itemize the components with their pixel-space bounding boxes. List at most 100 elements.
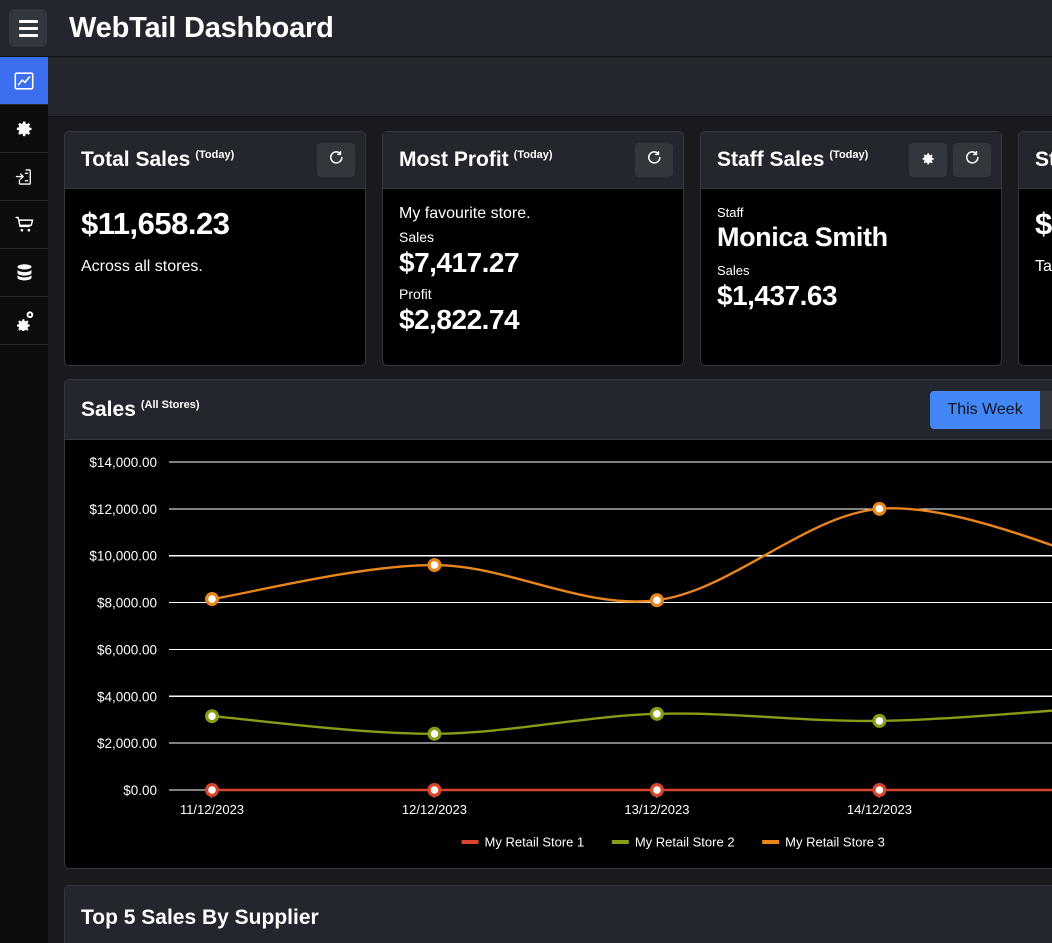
legend-label: My Retail Store 3: [785, 835, 885, 850]
panel-header: Sales (All Stores) This Week Last Week: [65, 380, 1052, 440]
most-profit-store: My favourite store.: [399, 205, 531, 222]
card-title: Staff Sales: [717, 148, 825, 171]
card-total-sales: Total Sales (Today) $11,658.23 Across al…: [64, 131, 366, 366]
card-header: Staff Sales (Today): [701, 132, 1001, 189]
sidebar-item-advanced-settings[interactable]: [0, 297, 48, 345]
top-suppliers-panel: Top 5 Sales By Supplier: [64, 885, 1052, 943]
card-title: Sto: [1035, 148, 1052, 171]
card-header: Most Profit (Today): [383, 132, 683, 189]
data-point: [205, 592, 220, 607]
gear-icon: [920, 151, 936, 170]
card-staff-sales: Staff Sales (Today) Staff Monica Smith S…: [700, 131, 1002, 366]
data-point: [649, 706, 664, 721]
card-body: My favourite store. Sales $7,417.27 Prof…: [383, 189, 683, 365]
file-import-icon: [14, 167, 34, 187]
card-subtitle: (Today): [829, 149, 869, 161]
sales-chart-panel: Sales (All Stores) This Week Last Week $…: [64, 379, 1052, 869]
stock-value: $4: [1035, 206, 1052, 241]
series-line: [210, 709, 1052, 735]
staff-name: Monica Smith: [717, 222, 888, 252]
card-header: Total Sales (Today): [65, 132, 365, 189]
refresh-icon: [646, 150, 663, 170]
y-axis-tick-label: $4,000.00: [97, 689, 157, 704]
sales-chart[interactable]: $0.00 $2,000.00 $4,000.00 $6,000.00 $8,000.0…: [65, 440, 1052, 868]
card-stock: Sto $4 Tail: [1018, 131, 1052, 366]
refresh-icon: [964, 150, 981, 170]
sidebar-item-dashboard[interactable]: [0, 57, 48, 105]
card-most-profit: Most Profit (Today) My favourite store.: [382, 131, 684, 366]
card-body: $11,658.23 Across all stores.: [65, 189, 365, 365]
sidebar: [0, 57, 48, 943]
refresh-button[interactable]: [635, 143, 673, 177]
tab-last-week[interactable]: Last Week: [1039, 390, 1052, 429]
tab-this-week[interactable]: This Week: [930, 390, 1040, 429]
card-actions: [317, 143, 355, 177]
card-actions: [635, 143, 673, 177]
y-axis-tick-label: $6,000.00: [97, 642, 157, 657]
data-point: [872, 783, 887, 798]
legend-label: My Retail Store 1: [485, 835, 585, 850]
refresh-icon: [328, 150, 345, 170]
staff-label: Staff: [717, 205, 744, 220]
sub-toolbar: [48, 57, 1052, 117]
page-title: WebTail Dashboard: [69, 11, 334, 44]
staff-sales-value: $1,437.63: [717, 280, 838, 312]
database-icon: [14, 262, 35, 283]
data-point: [205, 709, 220, 724]
data-point: [427, 726, 442, 741]
refresh-button[interactable]: [317, 143, 355, 177]
most-profit-sales-label: Sales: [399, 229, 435, 245]
panel-header: Top 5 Sales By Supplier: [65, 886, 1052, 943]
gear-icon: [14, 119, 34, 139]
card-actions: [909, 143, 991, 177]
x-axis-tick-label: 13/12/2023: [624, 802, 689, 817]
total-sales-caption: Across all stores.: [81, 257, 203, 275]
most-profit-profit-value: $2,822.74: [399, 304, 520, 335]
sidebar-item-sales[interactable]: [0, 201, 48, 249]
panel-title: Sales: [81, 397, 136, 421]
sidebar-item-import[interactable]: [0, 153, 48, 201]
y-axis-tick-label: $10,000.00: [89, 549, 157, 564]
y-axis-tick-label: $0.00: [123, 783, 157, 798]
data-point: [649, 783, 664, 798]
y-axis-tick-label: $14,000.00: [89, 455, 157, 470]
data-point: [872, 501, 887, 516]
card-body: Staff Monica Smith Sales $1,437.63: [701, 189, 1001, 365]
refresh-button[interactable]: [953, 143, 991, 177]
x-axis-tick-label: 12/12/2023: [402, 802, 467, 817]
chart-line-icon: [13, 70, 35, 92]
panel-subtitle: (All Stores): [140, 398, 200, 411]
card-title: Most Profit: [399, 148, 509, 171]
gears-icon: [14, 310, 35, 331]
data-point: [649, 593, 664, 608]
week-toggle-group: This Week Last Week: [930, 390, 1052, 429]
staff-sales-label: Sales: [717, 263, 750, 279]
hamburger-icon-bar: [18, 26, 38, 30]
card-title: Total Sales: [81, 148, 191, 171]
y-axis-tick-label: $2,000.00: [97, 736, 157, 751]
card-subtitle: (Today): [195, 149, 235, 161]
chart-canvas: $0.00 $2,000.00 $4,000.00 $6,000.00 $8,000.0…: [89, 455, 1052, 850]
legend-label: My Retail Store 2: [635, 835, 735, 850]
card-subtitle: (Today): [513, 149, 553, 161]
menu-toggle-button[interactable]: [9, 9, 47, 47]
top-bar: WebTail Dashboard: [0, 0, 1052, 57]
hamburger-icon-bar: [18, 19, 38, 23]
series-line: [210, 507, 1052, 603]
data-point: [427, 783, 442, 798]
data-point: [427, 558, 442, 573]
x-axis-tick-label: 11/12/2023: [180, 802, 244, 817]
data-point: [872, 713, 887, 728]
most-profit-sales-value: $7,417.27: [399, 247, 520, 278]
kpi-card-row: Total Sales (Today) $11,658.23 Across al…: [64, 131, 1052, 366]
card-header: Sto: [1019, 132, 1052, 189]
x-axis-tick-label: 14/12/2023: [847, 802, 912, 817]
sidebar-item-settings[interactable]: [0, 105, 48, 153]
most-profit-profit-label: Profit: [399, 286, 432, 302]
data-point: [205, 783, 220, 798]
y-axis-tick-label: $12,000.00: [89, 502, 157, 517]
sidebar-item-database[interactable]: [0, 249, 48, 297]
settings-button[interactable]: [909, 143, 947, 177]
card-body: $4 Tail: [1019, 189, 1052, 365]
total-sales-value: $11,658.23: [81, 206, 230, 241]
